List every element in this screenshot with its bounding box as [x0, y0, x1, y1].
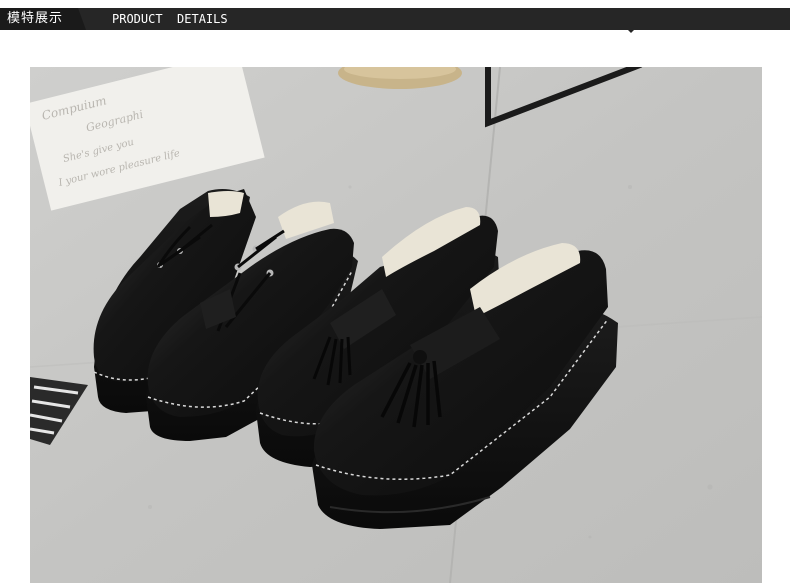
header-title-cn: 模特展示	[7, 11, 64, 26]
product-photo-illustration: Compuium Geographi She's give you I your…	[30, 67, 762, 583]
product-details-page: 模特展示 PRODUCT DETAILS Compuium Geographi …	[0, 0, 790, 588]
header-title-en: PRODUCT DETAILS	[112, 12, 228, 26]
chevron-down-icon	[626, 28, 636, 33]
section-header: 模特展示 PRODUCT DETAILS	[0, 8, 790, 30]
product-photo: Compuium Geographi She's give you I your…	[30, 67, 762, 583]
